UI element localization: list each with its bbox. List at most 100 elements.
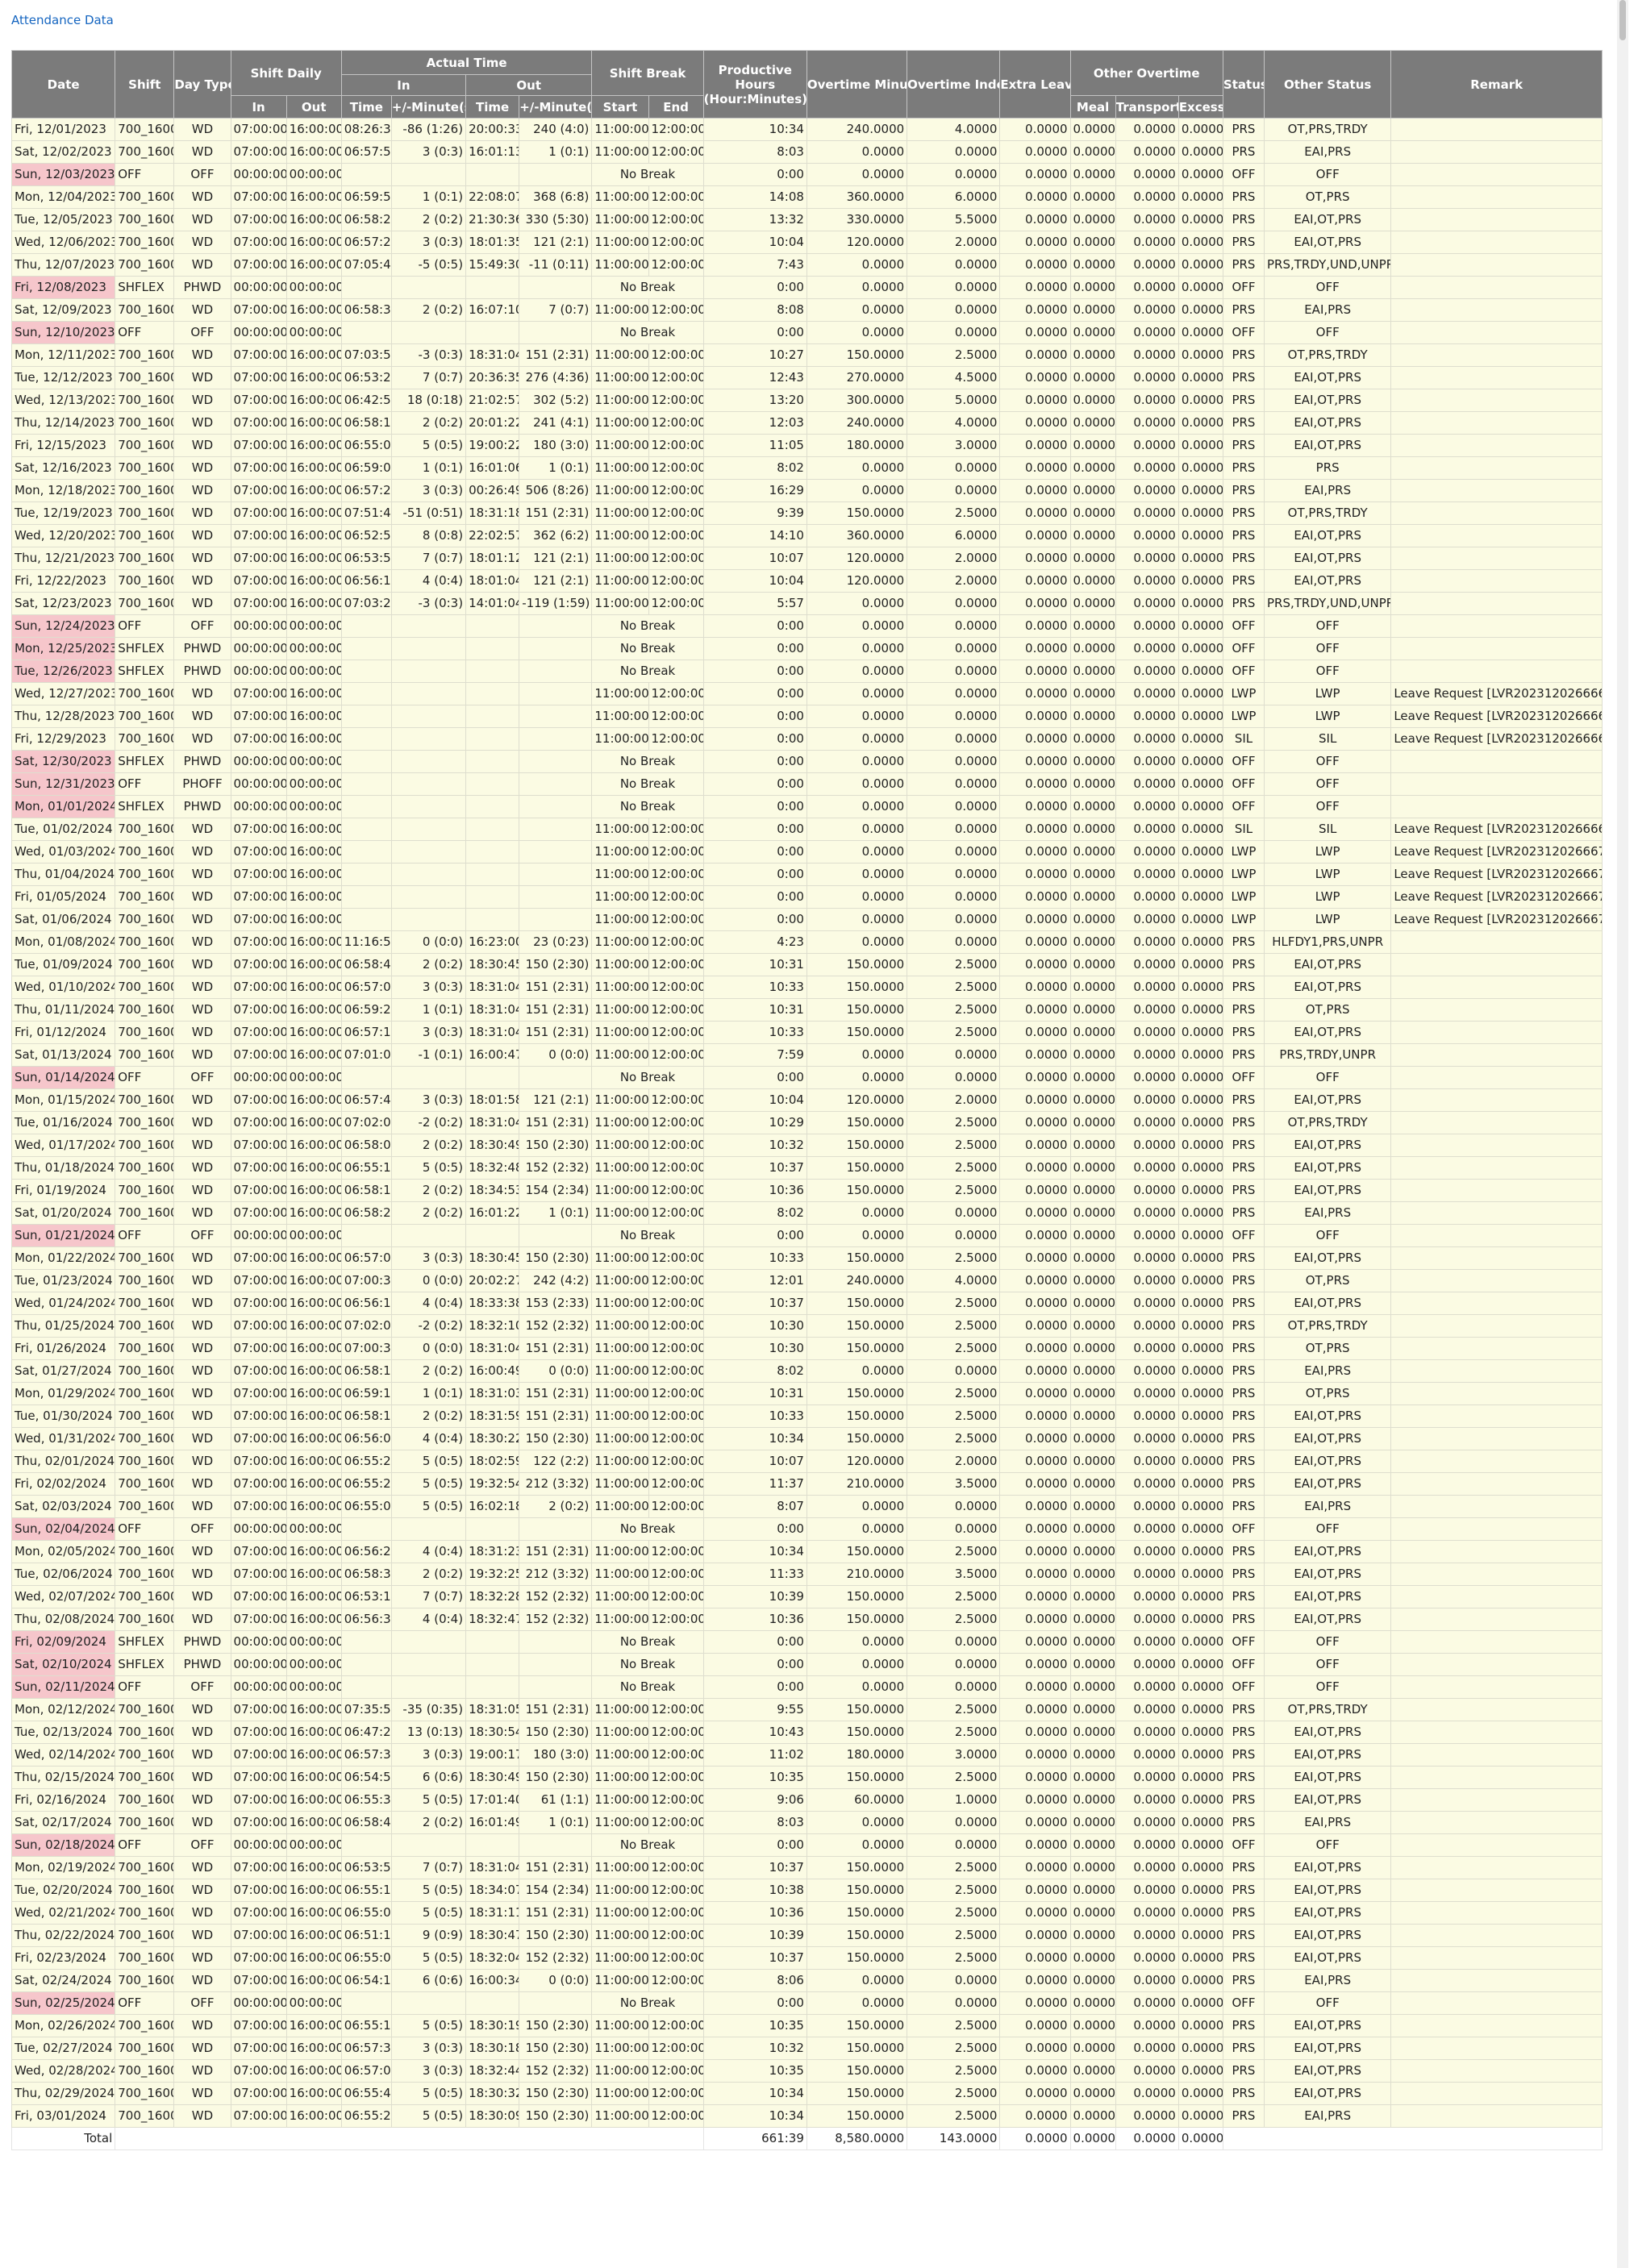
table-row[interactable]: Tue, 02/06/2024 700_1600 WD 07:00:00 16:00:0…: [10, 1563, 1603, 1586]
col-header-remark[interactable]: Remark: [1390, 50, 1603, 119]
table-row[interactable]: Mon, 12/11/2023 700_1600 WD 07:00:00 16:00:0…: [10, 343, 1603, 367]
table-row[interactable]: Fri, 12/01/2023 700_1600 WD 07:00:00 16:00:0…: [10, 118, 1603, 141]
table-row[interactable]: Sat, 12/16/2023 700_1600 WD 07:00:00 16:00:0…: [10, 456, 1603, 480]
col-header-day-type[interactable]: Day Type: [173, 50, 231, 119]
table-row[interactable]: Sat, 02/03/2024 700_1600 WD 07:00:00 16:00:0…: [10, 1495, 1603, 1518]
table-row[interactable]: Thu, 12/21/2023 700_1600 WD 07:00:00 16:00:0…: [10, 547, 1603, 570]
table-row[interactable]: Tue, 12/05/2023 700_1600 WD 07:00:00 16:00:0…: [10, 208, 1603, 231]
table-row[interactable]: Fri, 12/29/2023 700_1600 WD 07:00:00 16:00:0…: [10, 727, 1603, 751]
table-row[interactable]: Tue, 01/16/2024 700_1600 WD 07:00:00 16:00:0…: [10, 1111, 1603, 1134]
table-row[interactable]: Wed, 02/14/2024 700_1600 WD 07:00:00 16:00:0…: [10, 1743, 1603, 1767]
table-row[interactable]: Tue, 02/20/2024 700_1600 WD 07:00:00 16:00:0…: [10, 1879, 1603, 1902]
table-row[interactable]: Thu, 12/28/2023 700_1600 WD 07:00:00 16:00:0…: [10, 705, 1603, 728]
table-row[interactable]: Tue, 01/09/2024 700_1600 WD 07:00:00 16:00:0…: [10, 953, 1603, 976]
table-row[interactable]: Fri, 12/15/2023 700_1600 WD 07:00:00 16:00:0…: [10, 434, 1603, 457]
table-row[interactable]: Mon, 12/18/2023 700_1600 WD 07:00:00 16:00:0…: [10, 479, 1603, 502]
table-row[interactable]: Fri, 01/05/2024 700_1600 WD 07:00:00 16:00:0…: [10, 885, 1603, 909]
table-row[interactable]: Thu, 12/07/2023 700_1600 WD 07:00:00 16:00:0…: [10, 253, 1603, 277]
table-row[interactable]: Tue, 01/30/2024 700_1600 WD 07:00:00 16:00:0…: [10, 1404, 1603, 1428]
col-header-shift[interactable]: Shift: [115, 50, 175, 119]
table-row[interactable]: Sun, 02/11/2024 OFF OFF 00:00:00 00:00:00 No …: [10, 1675, 1603, 1699]
table-row[interactable]: Mon, 01/01/2024 SHFLEX PHWD 00:00:00 00:00:0…: [10, 795, 1603, 818]
col-header-extra-leave[interactable]: Extra Leave: [999, 50, 1071, 119]
table-row[interactable]: Tue, 01/23/2024 700_1600 WD 07:00:00 16:00:0…: [10, 1269, 1603, 1292]
table-row[interactable]: Thu, 02/15/2024 700_1600 WD 07:00:00 16:00:0…: [10, 1766, 1603, 1789]
col-header-shift-out[interactable]: Out: [286, 95, 342, 119]
table-row[interactable]: Thu, 01/04/2024 700_1600 WD 07:00:00 16:00:0…: [10, 863, 1603, 886]
table-row[interactable]: Sun, 12/31/2023 OFF PHOFF 00:00:00 00:00:00 N…: [10, 772, 1603, 796]
table-row[interactable]: Sun, 02/04/2024 OFF OFF 00:00:00 00:00:00 No …: [10, 1517, 1603, 1541]
table-row[interactable]: Thu, 02/01/2024 700_1600 WD 07:00:00 16:00:0…: [10, 1450, 1603, 1473]
table-row[interactable]: Sun, 12/24/2023 OFF OFF 00:00:00 00:00:00 No …: [10, 614, 1603, 638]
table-row[interactable]: Wed, 02/07/2024 700_1600 WD 07:00:00 16:00:0…: [10, 1585, 1603, 1608]
col-header-break-start[interactable]: Start: [591, 95, 649, 119]
table-row[interactable]: Thu, 01/11/2024 700_1600 WD 07:00:00 16:00:0…: [10, 998, 1603, 1022]
table-row[interactable]: Thu, 02/08/2024 700_1600 WD 07:00:00 16:00:0…: [10, 1608, 1603, 1631]
table-row[interactable]: Wed, 12/06/2023 700_1600 WD 07:00:00 16:00:0…: [10, 231, 1603, 254]
table-row[interactable]: Wed, 12/13/2023 700_1600 WD 07:00:00 16:00:0…: [10, 389, 1603, 412]
col-header-other-status[interactable]: Other Status: [1264, 50, 1392, 119]
table-row[interactable]: Sat, 02/17/2024 700_1600 WD 07:00:00 16:00:0…: [10, 1811, 1603, 1834]
col-header-overtime-minute[interactable]: Overtime Minute: [806, 50, 908, 119]
page-scrollbar[interactable]: [1617, 0, 1628, 2268]
table-row[interactable]: Wed, 01/10/2024 700_1600 WD 07:00:00 16:00:0…: [10, 976, 1603, 999]
table-row[interactable]: Tue, 02/27/2024 700_1600 WD 07:00:00 16:00:0…: [10, 2037, 1603, 2060]
col-header-meal[interactable]: Meal: [1069, 95, 1116, 119]
table-row[interactable]: Thu, 02/22/2024 700_1600 WD 07:00:00 16:00:0…: [10, 1924, 1603, 1947]
table-row[interactable]: Mon, 02/05/2024 700_1600 WD 07:00:00 16:00:0…: [10, 1540, 1603, 1563]
table-row[interactable]: Thu, 02/29/2024 700_1600 WD 07:00:00 16:00:0…: [10, 2082, 1603, 2105]
table-row[interactable]: Sun, 01/14/2024 OFF OFF 00:00:00 00:00:00 No …: [10, 1066, 1603, 1089]
col-header-shift-in[interactable]: In: [230, 95, 287, 119]
col-header-break-end[interactable]: End: [648, 95, 704, 119]
table-row[interactable]: Sat, 01/27/2024 700_1600 WD 07:00:00 16:00:0…: [10, 1359, 1603, 1383]
table-row[interactable]: Tue, 12/26/2023 SHFLEX PHWD 00:00:00 00:00:0…: [10, 660, 1603, 683]
table-row[interactable]: Fri, 01/26/2024 700_1600 WD 07:00:00 16:00:0…: [10, 1337, 1603, 1360]
table-row[interactable]: Fri, 12/22/2023 700_1600 WD 07:00:00 16:00:0…: [10, 569, 1603, 593]
table-row[interactable]: Sun, 12/10/2023 OFF OFF 00:00:00 00:00:00 No …: [10, 321, 1603, 344]
table-row[interactable]: Sun, 12/03/2023 OFF OFF 00:00:00 00:00:00 No …: [10, 163, 1603, 186]
table-row[interactable]: Mon, 01/22/2024 700_1600 WD 07:00:00 16:00:0…: [10, 1246, 1603, 1270]
col-header-overtime-index[interactable]: Overtime Index: [907, 50, 1001, 119]
table-row[interactable]: Fri, 02/16/2024 700_1600 WD 07:00:00 16:00:0…: [10, 1788, 1603, 1812]
table-row[interactable]: Fri, 03/01/2024 700_1600 WD 07:00:00 16:00:0…: [10, 2104, 1603, 2128]
table-row[interactable]: Mon, 02/26/2024 700_1600 WD 07:00:00 16:00:0…: [10, 2014, 1603, 2037]
col-header-out-time[interactable]: Time: [465, 95, 520, 119]
table-row[interactable]: Tue, 02/13/2024 700_1600 WD 07:00:00 16:00:0…: [10, 1721, 1603, 1744]
table-row[interactable]: Tue, 12/19/2023 700_1600 WD 07:00:00 16:00:0…: [10, 501, 1603, 525]
attendance-data-link[interactable]: Attendance Data: [11, 13, 114, 27]
table-row[interactable]: Wed, 01/03/2024 700_1600 WD 07:00:00 16:00:0…: [10, 840, 1603, 864]
table-row[interactable]: Fri, 12/08/2023 SHFLEX PHWD 00:00:00 00:00:0…: [10, 276, 1603, 299]
table-row[interactable]: Fri, 02/09/2024 SHFLEX PHWD 00:00:00 00:00:0…: [10, 1630, 1603, 1654]
table-row[interactable]: Mon, 01/15/2024 700_1600 WD 07:00:00 16:00:0…: [10, 1088, 1603, 1112]
table-row[interactable]: Fri, 02/23/2024 700_1600 WD 07:00:00 16:00:0…: [10, 1946, 1603, 1970]
table-row[interactable]: Sun, 02/18/2024 OFF OFF 00:00:00 00:00:00 No …: [10, 1833, 1603, 1857]
table-row[interactable]: Sat, 01/13/2024 700_1600 WD 07:00:00 16:00:0…: [10, 1043, 1603, 1067]
col-header-productive-hours[interactable]: Productive Hours (Hour:Minutes): [702, 50, 807, 119]
table-row[interactable]: Sat, 12/09/2023 700_1600 WD 07:00:00 16:00:0…: [10, 298, 1603, 322]
table-row[interactable]: Sat, 12/30/2023 SHFLEX PHWD 00:00:00 00:00:0…: [10, 750, 1603, 773]
col-header-transport[interactable]: Transport: [1115, 95, 1179, 119]
table-row[interactable]: Fri, 01/12/2024 700_1600 WD 07:00:00 16:00:0…: [10, 1021, 1603, 1044]
table-row[interactable]: Sat, 01/06/2024 700_1600 WD 07:00:00 16:00:0…: [10, 908, 1603, 931]
table-row[interactable]: Fri, 02/02/2024 700_1600 WD 07:00:00 16:00:0…: [10, 1472, 1603, 1496]
table-row[interactable]: Sat, 02/24/2024 700_1600 WD 07:00:00 16:00:0…: [10, 1969, 1603, 1992]
table-row[interactable]: Wed, 12/20/2023 700_1600 WD 07:00:00 16:00:0…: [10, 524, 1603, 547]
table-row[interactable]: Mon, 01/29/2024 700_1600 WD 07:00:00 16:00:0…: [10, 1382, 1603, 1405]
table-row[interactable]: Wed, 02/21/2024 700_1600 WD 07:00:00 16:00:0…: [10, 1901, 1603, 1925]
table-row[interactable]: Tue, 12/12/2023 700_1600 WD 07:00:00 16:00:0…: [10, 366, 1603, 389]
table-row[interactable]: Mon, 12/04/2023 700_1600 WD 07:00:00 16:00:0…: [10, 185, 1603, 209]
table-row[interactable]: Sun, 02/25/2024 OFF OFF 00:00:00 00:00:00 No …: [10, 1991, 1603, 2015]
col-header-out-minutes[interactable]: +/-Minute(s): [519, 95, 593, 119]
table-row[interactable]: Wed, 12/27/2023 700_1600 WD 07:00:00 16:00:0…: [10, 682, 1603, 705]
table-row[interactable]: Sat, 02/10/2024 SHFLEX PHWD 00:00:00 00:00:0…: [10, 1653, 1603, 1676]
table-row[interactable]: Mon, 02/12/2024 700_1600 WD 07:00:00 16:00:0…: [10, 1698, 1603, 1721]
table-row[interactable]: Mon, 12/25/2023 SHFLEX PHWD 00:00:00 00:00:0…: [10, 637, 1603, 660]
scrollbar-thumb[interactable]: [1619, 0, 1626, 40]
col-header-date[interactable]: Date: [10, 50, 116, 119]
table-row[interactable]: Sat, 12/23/2023 700_1600 WD 07:00:00 16:00:0…: [10, 592, 1603, 615]
table-row[interactable]: Mon, 02/19/2024 700_1600 WD 07:00:00 16:00:0…: [10, 1856, 1603, 1879]
table-row[interactable]: Wed, 01/31/2024 700_1600 WD 07:00:00 16:00:0…: [10, 1427, 1603, 1450]
table-row[interactable]: Wed, 02/28/2024 700_1600 WD 07:00:00 16:00:0…: [10, 2059, 1603, 2083]
table-row[interactable]: Thu, 12/14/2023 700_1600 WD 07:00:00 16:00:0…: [10, 411, 1603, 435]
col-header-excess[interactable]: Excess: [1177, 95, 1223, 119]
